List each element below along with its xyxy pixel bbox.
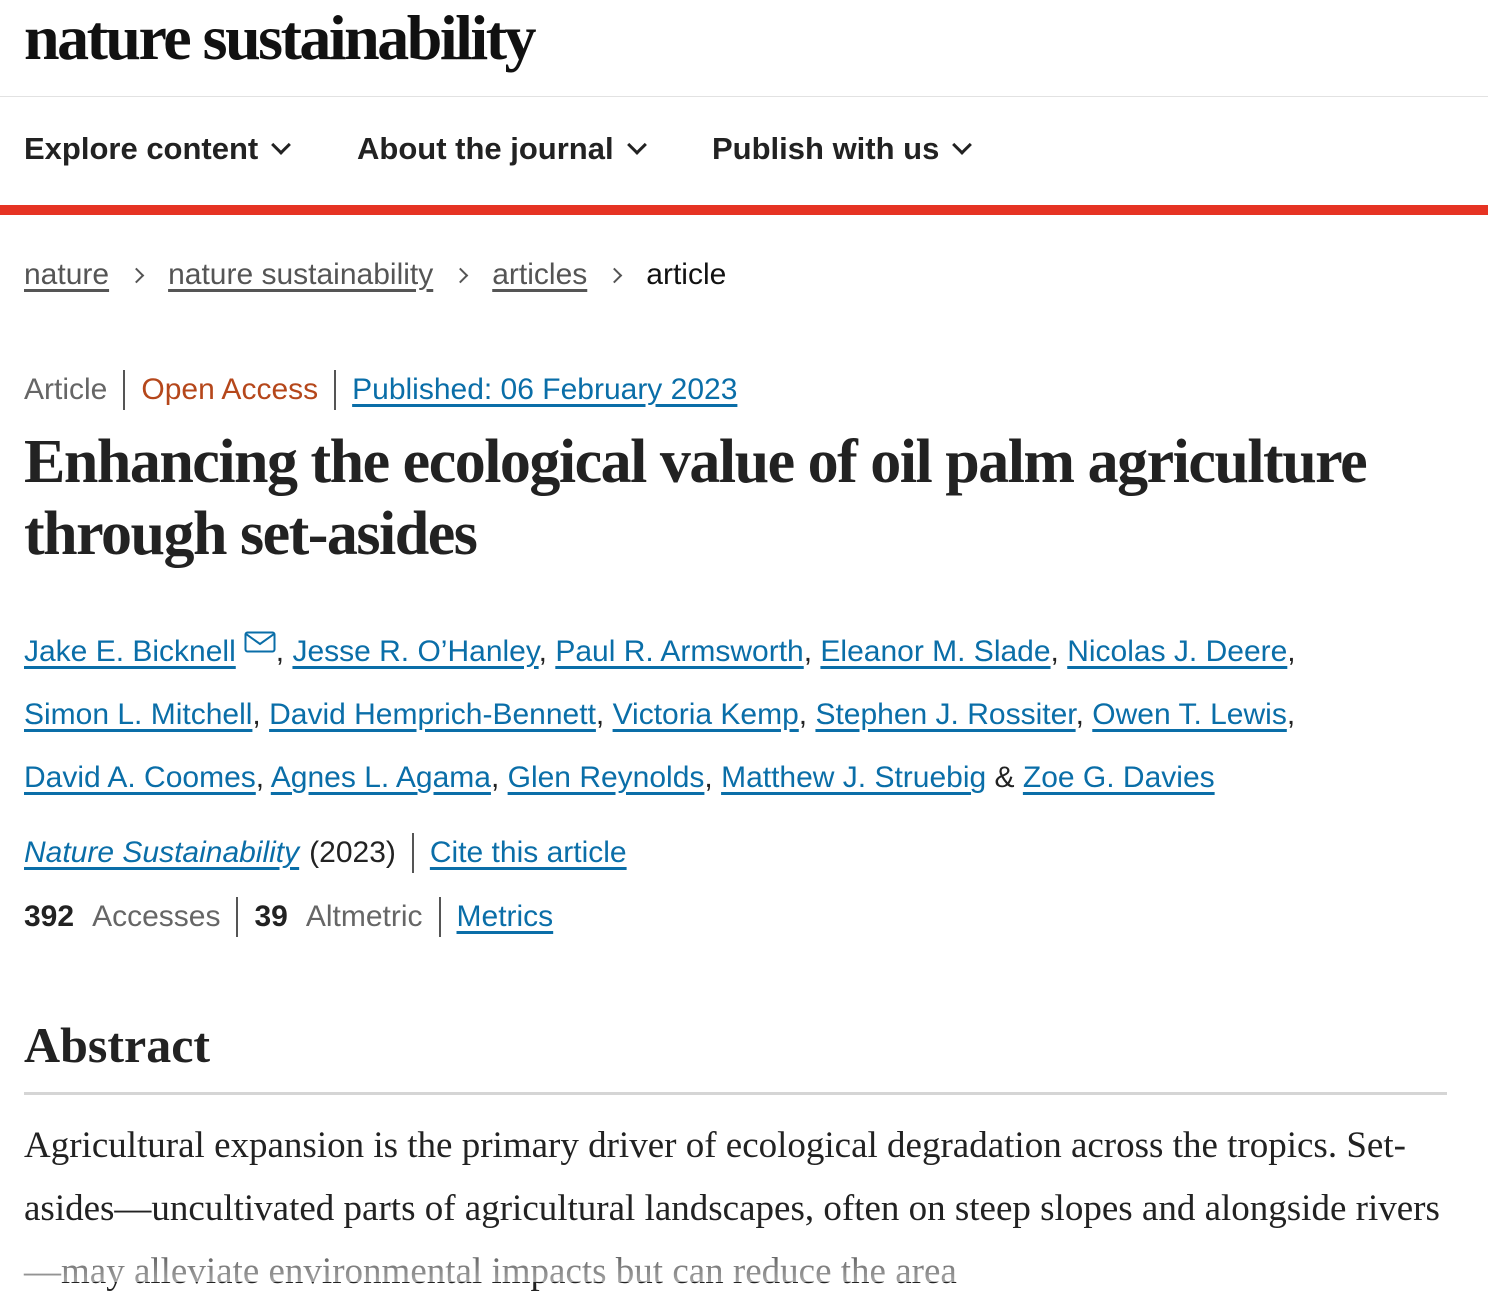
chevron-down-icon [626,135,647,155]
article-meta: Article Open Access Published: 06 Februa… [24,370,737,410]
author-link[interactable]: Agnes L. Agama [271,761,491,794]
article-type: Article [24,373,108,406]
altmetric-label: Altmetric [305,900,423,933]
author-link[interactable]: Matthew J. Struebig [721,761,986,794]
author-link[interactable]: David A. Coomes [24,761,256,794]
open-access-badge: Open Access [141,373,319,406]
author-link[interactable]: Stephen J. Rossiter [815,698,1075,731]
bottom-fade [0,1230,1488,1282]
breadcrumb: nature nature sustainability articles ar… [24,258,726,292]
chevron-down-icon [271,135,292,155]
journal-logo[interactable]: nature sustainability [24,0,537,76]
author-list: Jake E. Bicknell, Jesse R. O’Hanley, Pau… [24,612,1454,809]
abstract-heading: Abstract [24,1017,211,1073]
divider [123,370,126,410]
main-nav: Explore content About the journal Publis… [0,97,1488,205]
author-link[interactable]: Zoe G. Davies [1023,761,1215,794]
author-link[interactable]: Eleanor M. Slade [820,635,1050,668]
breadcrumb-nature[interactable]: nature [24,258,109,292]
accent-rule [0,205,1488,215]
chevron-right-icon [452,267,469,283]
publication-year: (2023) [309,836,396,869]
nav-item-label: Publish with us [712,131,940,166]
divider [438,897,441,937]
accesses-count: 392 [24,900,75,933]
article-metrics: 392 Accesses 39 Altmetric Metrics [24,897,553,937]
author-link[interactable]: Jake E. Bicknell [24,635,236,668]
chevron-down-icon [952,135,973,155]
nav-publish-with-us[interactable]: Publish with us [712,131,973,167]
author-link[interactable]: Jesse R. O’Hanley [292,635,538,668]
divider [334,370,337,410]
author-link[interactable]: David Hemprich-Bennett [269,698,596,731]
cite-this-article-link[interactable]: Cite this article [430,836,627,870]
nav-about-journal[interactable]: About the journal [357,131,647,167]
author-link[interactable]: Simon L. Mitchell [24,698,252,731]
mail-icon[interactable] [244,612,276,675]
divider [411,833,414,873]
breadcrumb-current: article [646,258,727,291]
journal-link[interactable]: Nature Sustainability [24,836,299,870]
citation-line: Nature Sustainability (2023) Cite this a… [24,833,627,873]
accesses-label: Accesses [92,900,221,933]
altmetric-count: 39 [254,900,288,933]
nav-explore-content[interactable]: Explore content [24,131,292,167]
chevron-right-icon [128,267,145,283]
divider [236,897,239,937]
author-link[interactable]: Paul R. Armsworth [555,635,803,668]
author-link[interactable]: Nicolas J. Deere [1067,635,1287,668]
nav-item-label: About the journal [357,131,614,166]
published-date-link[interactable]: Published: 06 February 2023 [352,373,737,407]
logo-bar: nature sustainability [0,0,1488,97]
chevron-right-icon [606,267,623,283]
nav-item-label: Explore content [24,131,259,166]
author-link[interactable]: Owen T. Lewis [1092,698,1287,731]
article-title: Enhancing the ecological value of oil pa… [24,428,1368,568]
abstract-divider [24,1092,1447,1095]
breadcrumb-nature-sustainability[interactable]: nature sustainability [168,258,433,292]
breadcrumb-articles[interactable]: articles [492,258,587,292]
metrics-link[interactable]: Metrics [457,900,554,934]
author-link[interactable]: Glen Reynolds [508,761,705,794]
author-link[interactable]: Victoria Kemp [613,698,799,731]
